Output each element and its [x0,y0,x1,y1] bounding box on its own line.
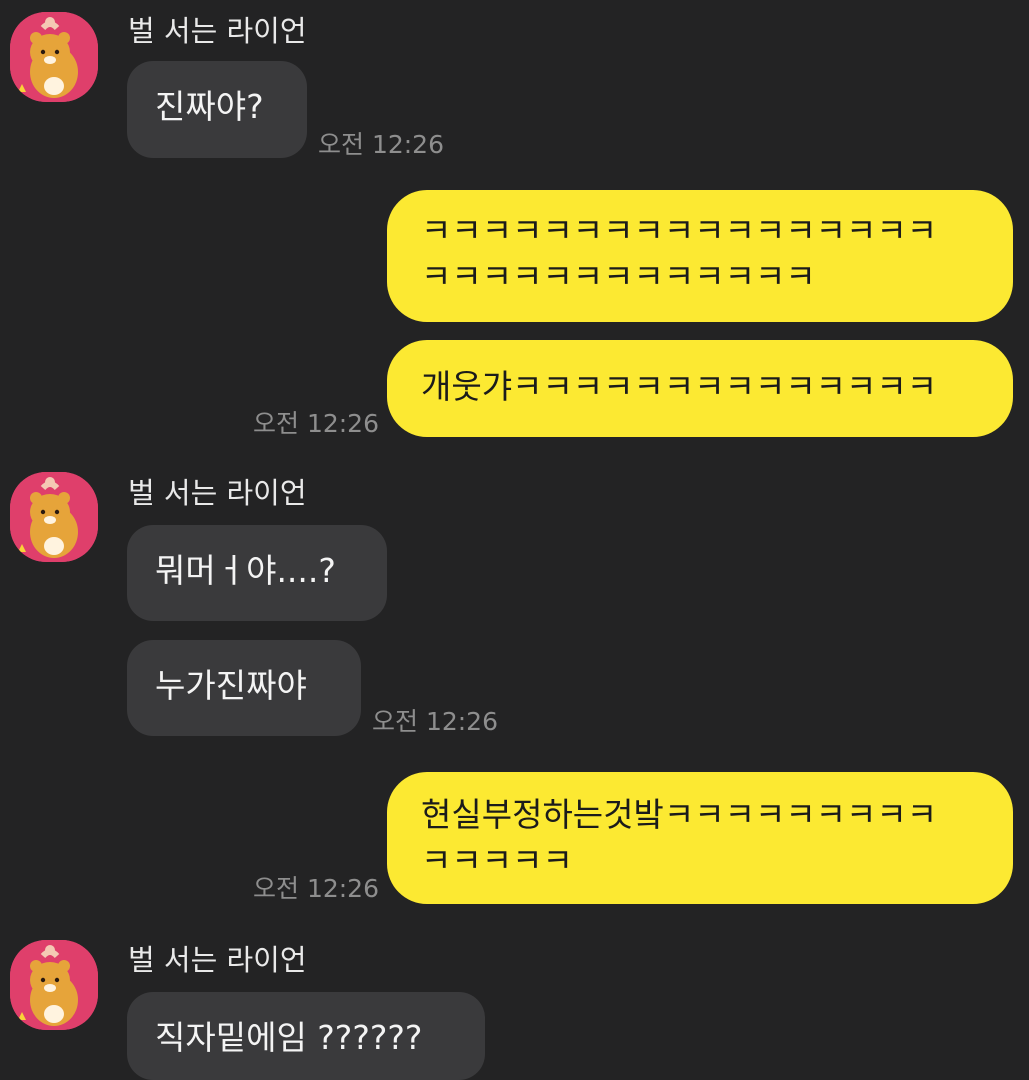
message-text-line: 현실부정하는것밬ㅋㅋㅋㅋㅋㅋㅋㅋㅋ [421,795,938,834]
ryan-character-icon [10,472,98,562]
sender-avatar[interactable] [10,472,98,562]
outgoing-message-bubble[interactable]: 현실부정하는것밬ㅋㅋㅋㅋㅋㅋㅋㅋㅋ ㅋㅋㅋㅋㅋ [387,772,1013,904]
incoming-message-bubble[interactable]: 뭐머ㅓ야....? [127,525,387,621]
message-text: 직자밑에임 ?????? [155,1018,423,1057]
message-timestamp: 오전 12:26 [253,874,379,903]
sender-name: 벌 서는 라이언 [128,14,307,48]
message-text-line: ㅋㅋㅋㅋㅋㅋㅋㅋㅋㅋㅋㅋㅋ [421,257,816,296]
message-text-line: ㅋㅋㅋㅋㅋ [421,841,573,880]
incoming-message-bubble[interactable]: 진짜야? [127,61,307,158]
message-text: 누가진짜야 [155,666,307,705]
incoming-message-bubble[interactable]: 누가진짜야 [127,640,361,736]
message-text: 뭐머ㅓ야....? [155,551,336,590]
outgoing-message-bubble[interactable]: 개웃갸ㅋㅋㅋㅋㅋㅋㅋㅋㅋㅋㅋㅋㅋㅋ [387,340,1013,437]
message-timestamp: 오전 12:26 [318,130,444,159]
sender-name: 벌 서는 라이언 [128,476,307,510]
message-timestamp: 오전 12:26 [253,409,379,438]
sender-avatar[interactable] [10,940,98,1030]
message-text-line: ㅋㅋㅋㅋㅋㅋㅋㅋㅋㅋㅋㅋㅋㅋㅋㅋㅋ [421,211,938,250]
ryan-character-icon [10,940,98,1030]
outgoing-message-bubble[interactable]: ㅋㅋㅋㅋㅋㅋㅋㅋㅋㅋㅋㅋㅋㅋㅋㅋㅋ ㅋㅋㅋㅋㅋㅋㅋㅋㅋㅋㅋㅋㅋ [387,190,1013,322]
sender-name: 벌 서는 라이언 [128,943,307,977]
message-text-line: 개웃갸ㅋㅋㅋㅋㅋㅋㅋㅋㅋㅋㅋㅋㅋㅋ [421,367,938,406]
message-timestamp: 오전 12:26 [372,707,498,736]
ryan-character-icon [10,12,98,102]
message-text: 진짜야? [155,87,264,126]
sender-avatar[interactable] [10,12,98,102]
incoming-message-bubble[interactable]: 직자밑에임 ?????? [127,992,485,1080]
